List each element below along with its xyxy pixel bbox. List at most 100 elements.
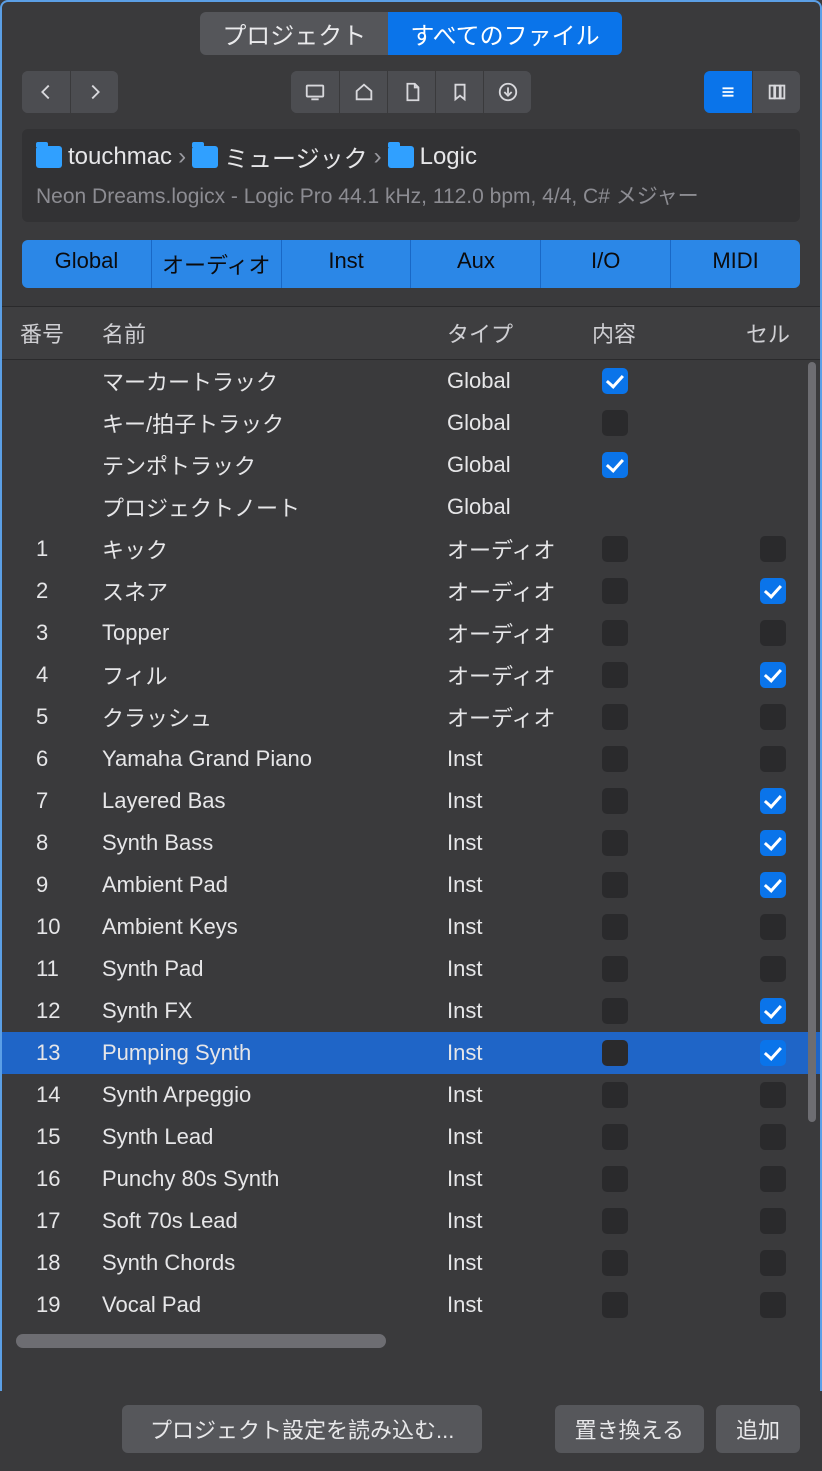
sel-checkbox[interactable] (760, 914, 786, 940)
table-row[interactable]: 18Synth ChordsInst (2, 1242, 820, 1284)
table-row[interactable]: マーカートラックGlobal (2, 360, 820, 402)
file-icon (401, 81, 423, 103)
replace-button[interactable]: 置き換える (555, 1405, 704, 1453)
filter-tab-inst[interactable]: Inst (281, 240, 411, 288)
filter-tab-audio[interactable]: オーディオ (151, 240, 281, 288)
table-row[interactable]: 15Synth LeadInst (2, 1116, 820, 1158)
content-checkbox[interactable] (602, 410, 628, 436)
table-row[interactable]: プロジェクトノートGlobal (2, 486, 820, 528)
sel-checkbox[interactable] (760, 998, 786, 1024)
table-row[interactable]: 8Synth BassInst (2, 822, 820, 864)
sel-checkbox[interactable] (760, 536, 786, 562)
vertical-scrollbar[interactable] (808, 362, 816, 1122)
filter-tab-global[interactable]: Global (22, 240, 151, 288)
table-row[interactable]: 12Synth FXInst (2, 990, 820, 1032)
cell-name: Synth Lead (102, 1124, 447, 1150)
load-project-settings-button[interactable]: プロジェクト設定を読み込む... (122, 1405, 482, 1453)
content-checkbox[interactable] (602, 746, 628, 772)
content-checkbox[interactable] (602, 788, 628, 814)
sel-checkbox[interactable] (760, 1250, 786, 1276)
sel-checkbox[interactable] (760, 578, 786, 604)
nav-download-button[interactable] (483, 71, 531, 113)
content-checkbox[interactable] (602, 1250, 628, 1276)
sel-checkbox[interactable] (760, 872, 786, 898)
content-checkbox[interactable] (602, 578, 628, 604)
content-checkbox[interactable] (602, 452, 628, 478)
nav-bookmark-button[interactable] (435, 71, 483, 113)
sel-checkbox[interactable] (760, 788, 786, 814)
nav-back-button[interactable] (22, 71, 70, 113)
table-row[interactable]: 6Yamaha Grand PianoInst (2, 738, 820, 780)
col-header-content[interactable]: 内容 (592, 317, 712, 349)
table-row[interactable]: 14Synth ArpeggioInst (2, 1074, 820, 1116)
content-checkbox[interactable] (602, 830, 628, 856)
content-checkbox[interactable] (602, 956, 628, 982)
table-row[interactable]: 1キックオーディオ (2, 528, 820, 570)
sel-checkbox[interactable] (760, 1166, 786, 1192)
sel-checkbox[interactable] (760, 746, 786, 772)
add-button[interactable]: 追加 (716, 1405, 800, 1453)
table-row[interactable]: 4フィルオーディオ (2, 654, 820, 696)
crumb-2[interactable]: ミュージック (224, 139, 368, 174)
content-checkbox[interactable] (602, 1040, 628, 1066)
sel-checkbox[interactable] (760, 956, 786, 982)
content-checkbox[interactable] (602, 1208, 628, 1234)
col-header-sel[interactable]: セル (712, 317, 820, 349)
content-checkbox[interactable] (602, 914, 628, 940)
content-checkbox[interactable] (602, 368, 628, 394)
table-row[interactable]: 9Ambient PadInst (2, 864, 820, 906)
cell-name: Ambient Keys (102, 914, 447, 940)
sel-checkbox[interactable] (760, 1040, 786, 1066)
content-checkbox[interactable] (602, 1166, 628, 1192)
table-row[interactable]: 7Layered BasInst (2, 780, 820, 822)
sel-checkbox[interactable] (760, 662, 786, 688)
content-checkbox[interactable] (602, 872, 628, 898)
filter-tab-midi[interactable]: MIDI (670, 240, 800, 288)
table-row[interactable]: キー/拍子トラックGlobal (2, 402, 820, 444)
nav-project-button[interactable] (387, 71, 435, 113)
table-row[interactable]: 16Punchy 80s SynthInst (2, 1158, 820, 1200)
nav-home-button[interactable] (339, 71, 387, 113)
content-checkbox[interactable] (602, 1292, 628, 1318)
view-columns-button[interactable] (752, 71, 800, 113)
table-row[interactable]: 3Topperオーディオ (2, 612, 820, 654)
columns-icon (766, 81, 788, 103)
table-row[interactable]: 13Pumping SynthInst (2, 1032, 820, 1074)
tab-project[interactable]: プロジェクト (200, 12, 388, 55)
content-checkbox[interactable] (602, 662, 628, 688)
sel-checkbox[interactable] (760, 1208, 786, 1234)
table-row[interactable]: テンポトラックGlobal (2, 444, 820, 486)
content-checkbox[interactable] (602, 704, 628, 730)
nav-forward-button[interactable] (70, 71, 118, 113)
table-row[interactable]: 17Soft 70s LeadInst (2, 1200, 820, 1242)
sel-checkbox[interactable] (760, 1292, 786, 1318)
horizontal-scrollbar-thumb[interactable] (16, 1334, 386, 1348)
content-checkbox[interactable] (602, 536, 628, 562)
content-checkbox[interactable] (602, 620, 628, 646)
col-header-type[interactable]: タイプ (447, 317, 592, 349)
horizontal-scrollbar[interactable] (16, 1334, 806, 1348)
table-row[interactable]: 11Synth PadInst (2, 948, 820, 990)
crumb-1[interactable]: touchmac (68, 143, 172, 171)
table-row[interactable]: 5クラッシュオーディオ (2, 696, 820, 738)
sel-checkbox[interactable] (760, 704, 786, 730)
col-header-name[interactable]: 名前 (102, 317, 447, 349)
filter-tab-aux[interactable]: Aux (410, 240, 540, 288)
sel-checkbox[interactable] (760, 1124, 786, 1150)
sel-checkbox[interactable] (760, 1082, 786, 1108)
table-row[interactable]: 10Ambient KeysInst (2, 906, 820, 948)
content-checkbox[interactable] (602, 1082, 628, 1108)
filter-tab-io[interactable]: I/O (540, 240, 670, 288)
nav-computer-button[interactable] (291, 71, 339, 113)
tab-all-files[interactable]: すべてのファイル (388, 12, 621, 55)
crumb-3[interactable]: Logic (420, 143, 477, 171)
col-header-number[interactable]: 番号 (2, 317, 102, 349)
table-row[interactable]: 19Vocal PadInst (2, 1284, 820, 1326)
view-list-button[interactable] (704, 71, 752, 113)
cell-number: 2 (2, 578, 102, 604)
sel-checkbox[interactable] (760, 830, 786, 856)
table-row[interactable]: 2スネアオーディオ (2, 570, 820, 612)
content-checkbox[interactable] (602, 998, 628, 1024)
sel-checkbox[interactable] (760, 620, 786, 646)
content-checkbox[interactable] (602, 1124, 628, 1150)
